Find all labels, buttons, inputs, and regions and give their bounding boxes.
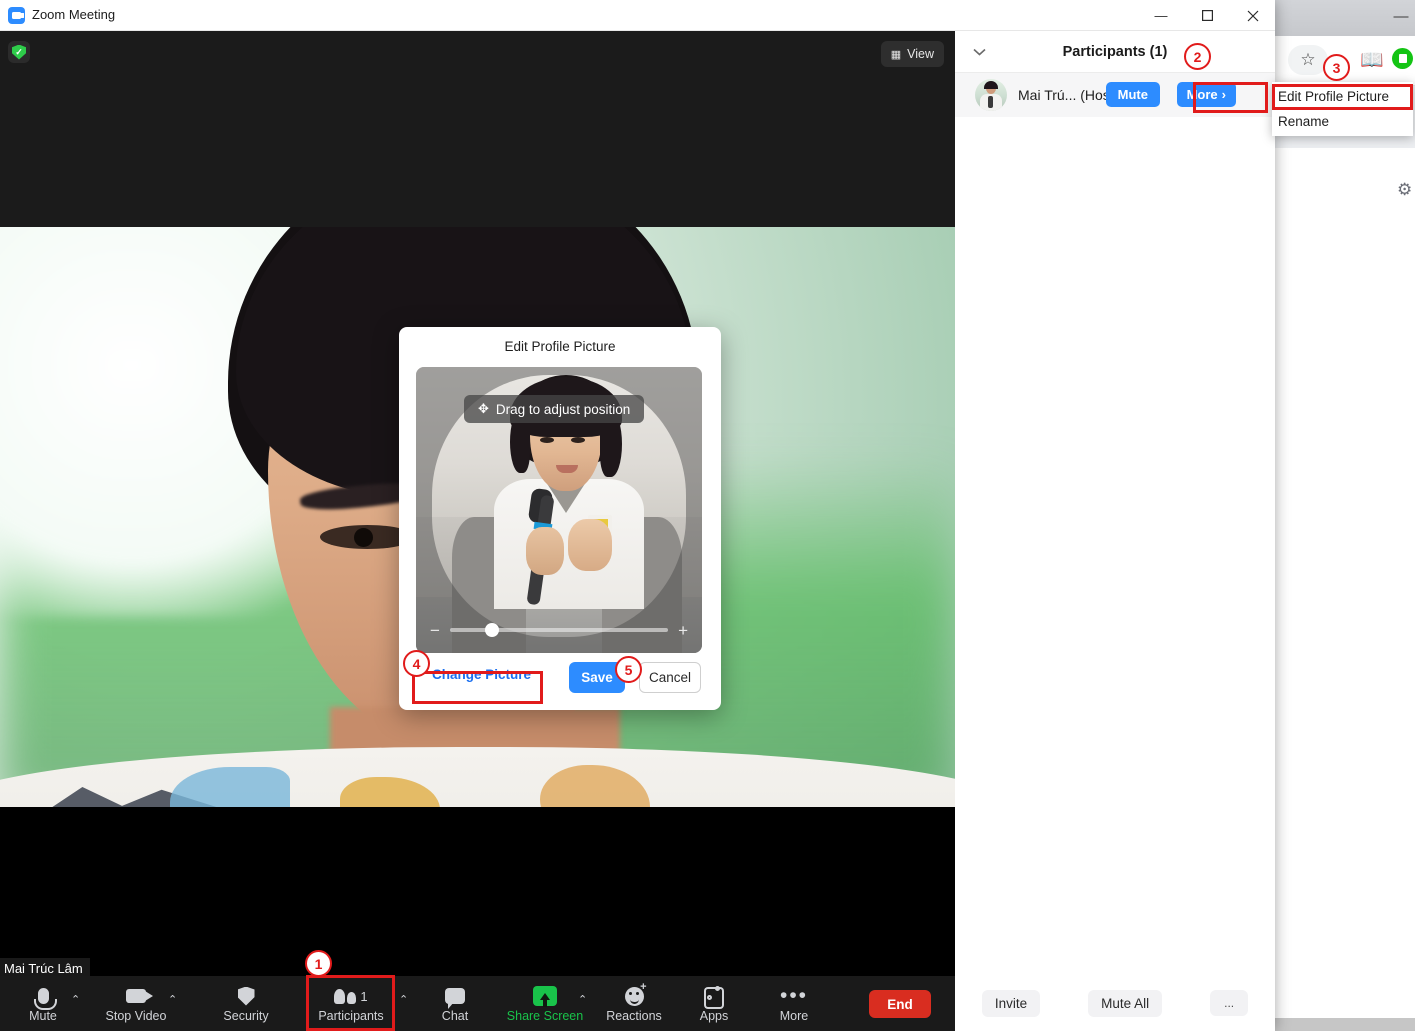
chevron-down-icon[interactable]	[973, 44, 986, 59]
book-icon[interactable]: 📖	[1360, 48, 1384, 72]
chat-button-label: Chat	[441, 1009, 469, 1023]
chat-bubble-icon	[445, 985, 465, 1009]
participants-panel-title: Participants (1)	[1062, 43, 1168, 60]
background-browser-window: chevron-down-icon — ☆ 📖	[1268, 0, 1415, 1031]
drag-hint-tooltip: ✥ Drag to adjust position	[464, 395, 645, 423]
close-button[interactable]	[1230, 0, 1276, 31]
meeting-toolbar: Mute ⌃ Stop Video ⌃ Security 1 Participa…	[0, 976, 955, 1031]
participants-options-caret[interactable]: ⌃	[399, 993, 408, 1006]
view-button[interactable]: ▦ View	[880, 41, 944, 67]
drag-hint-label: Drag to adjust position	[495, 401, 631, 417]
zoom-slider[interactable]: − +	[416, 619, 702, 641]
emoji-plus-icon: +	[624, 981, 647, 1007]
participants-panel-footer: Invite Mute All ...	[955, 975, 1275, 1031]
security-button[interactable]: Security	[215, 981, 277, 1027]
annotation-number-3: 3	[1323, 54, 1350, 81]
mute-button-label: Mute	[29, 1009, 57, 1023]
edit-profile-picture-menu-item[interactable]: Edit Profile Picture	[1272, 84, 1413, 109]
reactions-button-label: Reactions	[606, 1009, 662, 1023]
microphone-icon	[33, 985, 57, 1010]
chevron-right-icon: ›	[1221, 87, 1226, 102]
star-icon[interactable]: ☆	[1288, 45, 1328, 75]
background-window-bottom-edge	[1268, 1018, 1415, 1031]
edit-profile-picture-dialog: Edit Profile Picture ✥ Drag to adjust po…	[399, 327, 721, 710]
more-button-label: More	[779, 1009, 809, 1023]
camera-icon	[126, 985, 153, 1007]
share-screen-icon	[533, 985, 557, 1007]
participants-panel: Participants (1) Mai Trú... (Host, me) M…	[955, 31, 1275, 1031]
window-title: Zoom Meeting	[32, 7, 116, 22]
zoom-logo-icon	[8, 7, 25, 24]
mute-all-button[interactable]: Mute All	[1088, 989, 1163, 1017]
reactions-button[interactable]: + Reactions	[600, 981, 668, 1027]
more-button[interactable]: ••• More	[768, 981, 820, 1027]
participant-context-menu: Edit Profile Picture Rename	[1272, 82, 1413, 136]
shirt-print	[170, 767, 290, 807]
share-screen-button[interactable]: Share Screen	[500, 981, 590, 1027]
stop-video-button[interactable]: Stop Video	[100, 981, 172, 1027]
view-button-label: View	[907, 47, 934, 61]
stage-top-bar: ✓ ▦ View	[0, 31, 955, 227]
participant-more-label: More	[1186, 87, 1218, 102]
screenshot-root: chevron-down-icon — ☆ 📖 ⚙ Zoom Meeting —	[0, 0, 1415, 1031]
share-options-caret[interactable]: ⌃	[578, 993, 587, 1006]
profile-picture-crop-canvas[interactable]: ✥ Drag to adjust position − +	[416, 367, 702, 653]
move-cross-icon: ✥	[478, 401, 489, 416]
annotation-number-2: 2	[1184, 43, 1211, 70]
zoom-out-icon[interactable]: −	[430, 622, 440, 639]
video-options-caret[interactable]: ⌃	[168, 993, 177, 1006]
shirt-print	[540, 765, 650, 807]
participants-overflow-button[interactable]: ...	[1210, 990, 1249, 1016]
zoom-slider-track[interactable]	[449, 623, 669, 637]
rename-menu-item[interactable]: Rename	[1272, 109, 1413, 134]
end-meeting-button[interactable]: End	[869, 990, 931, 1018]
shield-check-icon[interactable]: ✓	[8, 41, 30, 63]
change-picture-link[interactable]: Change Picture	[432, 667, 531, 682]
background-window-titlebar: chevron-down-icon —	[1268, 0, 1415, 36]
participant-more-button[interactable]: More ›	[1176, 82, 1236, 107]
participants-panel-header: Participants (1)	[955, 31, 1275, 73]
grid-view-icon: ▦	[890, 48, 902, 61]
extension-icon[interactable]	[1392, 48, 1413, 69]
annotation-number-5: 5	[615, 656, 642, 683]
people-icon: 1	[334, 985, 368, 1007]
annotation-number-4: 4	[403, 650, 430, 677]
chat-button[interactable]: Chat	[430, 981, 480, 1027]
shield-icon	[237, 985, 255, 1007]
share-screen-button-label: Share Screen	[506, 1009, 584, 1023]
participants-button-label: Participants	[318, 1009, 384, 1023]
stop-video-button-label: Stop Video	[105, 1009, 167, 1023]
mute-options-caret[interactable]: ⌃	[71, 993, 80, 1006]
cancel-button[interactable]: Cancel	[639, 662, 701, 693]
zoom-slider-thumb[interactable]	[484, 623, 499, 637]
chevron-down-icon[interactable]: chevron-down-icon	[1348, 6, 1370, 28]
apps-button[interactable]: Apps	[690, 981, 738, 1027]
mute-button[interactable]: Mute	[20, 981, 66, 1027]
participant-mute-button[interactable]: Mute	[1105, 82, 1160, 107]
ellipsis-icon: •••	[779, 984, 809, 1007]
gear-icon[interactable]: ⚙	[1397, 180, 1412, 200]
background-window-minimize-button[interactable]: —	[1390, 6, 1412, 28]
maximize-button[interactable]	[1184, 0, 1230, 31]
avatar	[975, 79, 1007, 111]
minimize-button[interactable]: —	[1138, 0, 1184, 31]
dialog-title: Edit Profile Picture	[504, 339, 616, 354]
apps-icon	[704, 985, 724, 1009]
participants-count: 1	[360, 988, 368, 1004]
security-button-label: Security	[223, 1009, 269, 1023]
dialog-actions: Change Picture Save Cancel	[399, 662, 721, 694]
invite-button[interactable]: Invite	[981, 989, 1041, 1017]
zoom-titlebar: Zoom Meeting —	[0, 0, 1275, 31]
zoom-in-icon[interactable]: +	[678, 622, 688, 639]
annotation-number-1: 1	[305, 950, 332, 977]
apps-button-label: Apps	[699, 1009, 729, 1023]
participants-toolbar-button[interactable]: 1 Participants	[310, 981, 392, 1027]
shirt-print	[340, 777, 440, 807]
participant-list-item[interactable]: Mai Trú... (Host, me) Mute More ›	[955, 73, 1275, 117]
